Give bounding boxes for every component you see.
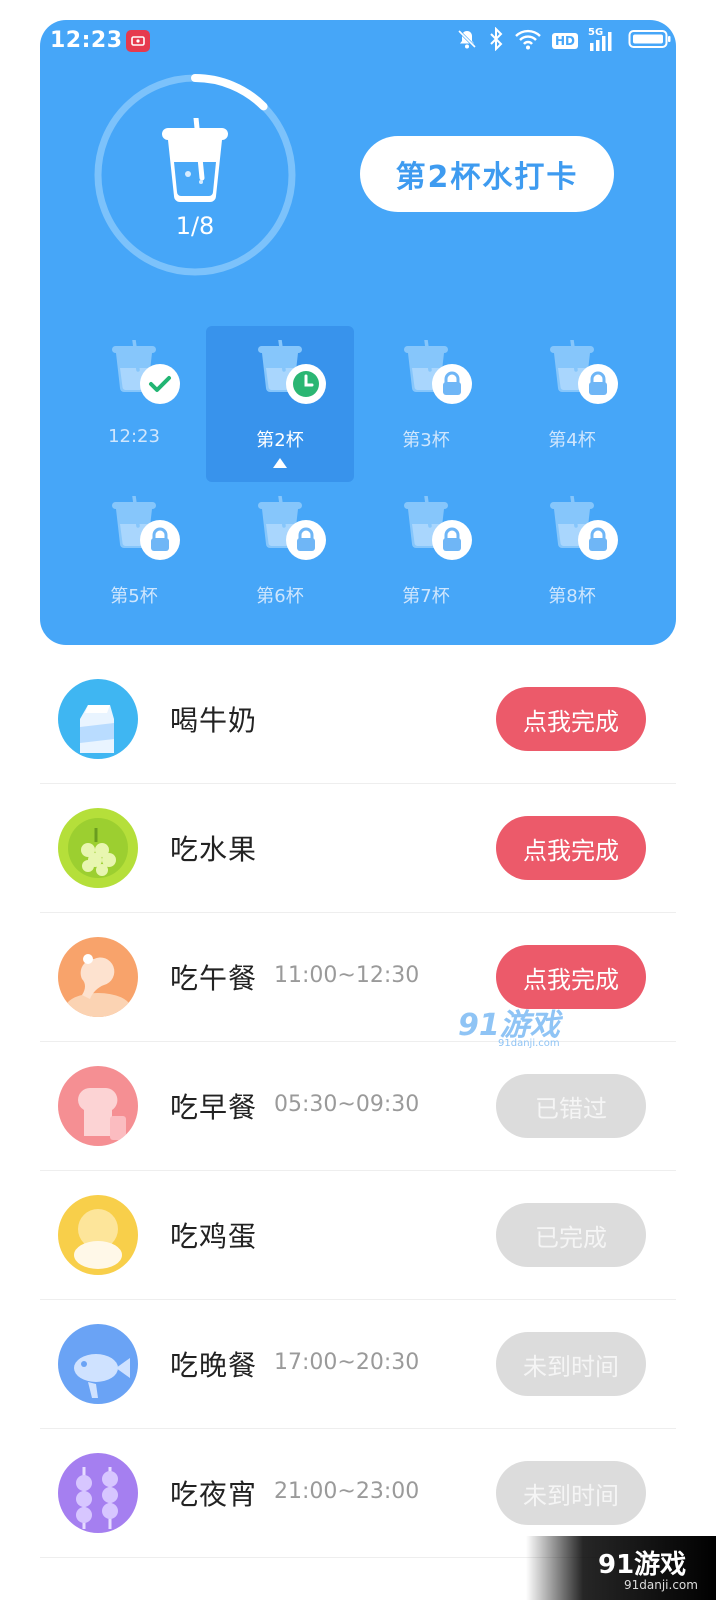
task-name: 吃夜宵 bbox=[170, 1478, 258, 1511]
task-row: 喝牛奶 点我完成 bbox=[40, 655, 676, 784]
task-row: 吃午餐 11:00~12:30 点我完成 bbox=[40, 913, 676, 1042]
check-icon bbox=[140, 364, 180, 404]
task-name: 吃晚餐 bbox=[170, 1349, 258, 1382]
cup-grid: 12:23 第2杯 第3杯 第4杯 第5杯 第6杯 第7杯 第8杯 bbox=[60, 326, 656, 626]
current-indicator-icon bbox=[273, 458, 287, 468]
task-row: 吃晚餐 17:00~20:30 未到时间 bbox=[40, 1300, 676, 1429]
bread-icon bbox=[58, 1066, 138, 1146]
task-time-range: 05:30~09:30 bbox=[274, 1092, 420, 1117]
cup-label: 12:23 bbox=[108, 426, 160, 447]
task-action-button: 未到时间 bbox=[496, 1332, 646, 1396]
cup-label: 第4杯 bbox=[548, 430, 596, 451]
egg-icon bbox=[58, 1195, 138, 1275]
cup-label: 第2杯 bbox=[256, 430, 304, 451]
cup-slot-5[interactable]: 第5杯 bbox=[60, 482, 208, 638]
cup-icon bbox=[156, 115, 234, 208]
milk-icon bbox=[58, 679, 138, 759]
status-icons: HD 5G bbox=[456, 26, 672, 55]
cup-slot-4[interactable]: 第4杯 bbox=[498, 326, 646, 482]
cup-label: 第8杯 bbox=[548, 586, 596, 607]
task-time-range: 17:00~20:30 bbox=[274, 1350, 420, 1375]
task-name: 喝牛奶 bbox=[170, 704, 258, 737]
progress-count: 1/8 bbox=[175, 212, 215, 240]
wifi-icon bbox=[514, 28, 542, 54]
cup-slot-3[interactable]: 第3杯 bbox=[352, 326, 500, 482]
task-name: 吃鸡蛋 bbox=[170, 1220, 258, 1253]
drumstick-icon bbox=[58, 937, 138, 1017]
lock-icon bbox=[432, 364, 472, 404]
hd-icon: HD bbox=[551, 33, 578, 49]
fish-icon bbox=[58, 1324, 138, 1404]
task-row: 吃鸡蛋 已完成 bbox=[40, 1171, 676, 1300]
skewer-icon bbox=[58, 1453, 138, 1533]
cup-slot-6[interactable]: 第6杯 bbox=[206, 482, 354, 638]
watermark: 91游戏 91danji.com bbox=[458, 1000, 560, 1049]
lock-icon bbox=[432, 520, 472, 560]
task-name: 吃水果 bbox=[170, 833, 258, 866]
watermark-sub: 91danji.com bbox=[498, 1038, 560, 1049]
cup-slot-1[interactable]: 12:23 bbox=[60, 326, 208, 482]
signal-icon: 5G bbox=[588, 27, 618, 53]
battery-icon bbox=[628, 28, 672, 54]
cup-slot-7[interactable]: 第7杯 bbox=[352, 482, 500, 638]
task-name: 吃早餐 bbox=[170, 1091, 258, 1124]
mute-bell-icon bbox=[456, 28, 478, 54]
water-tracker-card: 12:23 HD 5G 1/8 第2杯水打卡 12:23 第2杯 第3杯 第4杯… bbox=[40, 20, 676, 645]
lock-icon bbox=[578, 364, 618, 404]
clock-icon bbox=[286, 364, 326, 404]
lock-icon bbox=[286, 520, 326, 560]
cup-label: 第3杯 bbox=[402, 430, 450, 451]
screen-record-icon bbox=[126, 30, 150, 52]
corner-logo-text: 91游戏 bbox=[598, 1550, 687, 1580]
task-time-range: 21:00~23:00 bbox=[274, 1479, 420, 1504]
water-checkin-button[interactable]: 第2杯水打卡 bbox=[360, 136, 614, 212]
task-action-button[interactable]: 点我完成 bbox=[496, 687, 646, 751]
task-action-button: 未到时间 bbox=[496, 1461, 646, 1525]
meal-task-list: 喝牛奶 点我完成 吃水果 点我完成 吃午餐 11:00~12:30 点我完成 吃… bbox=[40, 655, 676, 1558]
bluetooth-icon bbox=[488, 26, 504, 55]
lock-icon bbox=[140, 520, 180, 560]
task-action-button: 已错过 bbox=[496, 1074, 646, 1138]
cup-label: 第6杯 bbox=[256, 586, 304, 607]
cup-slot-8[interactable]: 第8杯 bbox=[498, 482, 646, 638]
corner-logo-sub: 91danji.com bbox=[624, 1578, 698, 1592]
task-row: 吃水果 点我完成 bbox=[40, 784, 676, 913]
task-name: 吃午餐 bbox=[170, 962, 258, 995]
cup-slot-2[interactable]: 第2杯 bbox=[206, 326, 354, 482]
corner-logo: 91游戏 91danji.com bbox=[526, 1536, 716, 1600]
task-time-range: 11:00~12:30 bbox=[274, 963, 420, 988]
task-row: 吃早餐 05:30~09:30 已错过 bbox=[40, 1042, 676, 1171]
task-action-button: 已完成 bbox=[496, 1203, 646, 1267]
grapes-icon bbox=[58, 808, 138, 888]
status-bar: 12:23 HD 5G bbox=[40, 20, 676, 64]
cup-label: 第5杯 bbox=[110, 586, 158, 607]
cup-label: 第7杯 bbox=[402, 586, 450, 607]
lock-icon bbox=[578, 520, 618, 560]
task-action-button[interactable]: 点我完成 bbox=[496, 816, 646, 880]
progress-ring: 1/8 bbox=[90, 70, 300, 280]
status-time: 12:23 bbox=[50, 28, 123, 53]
